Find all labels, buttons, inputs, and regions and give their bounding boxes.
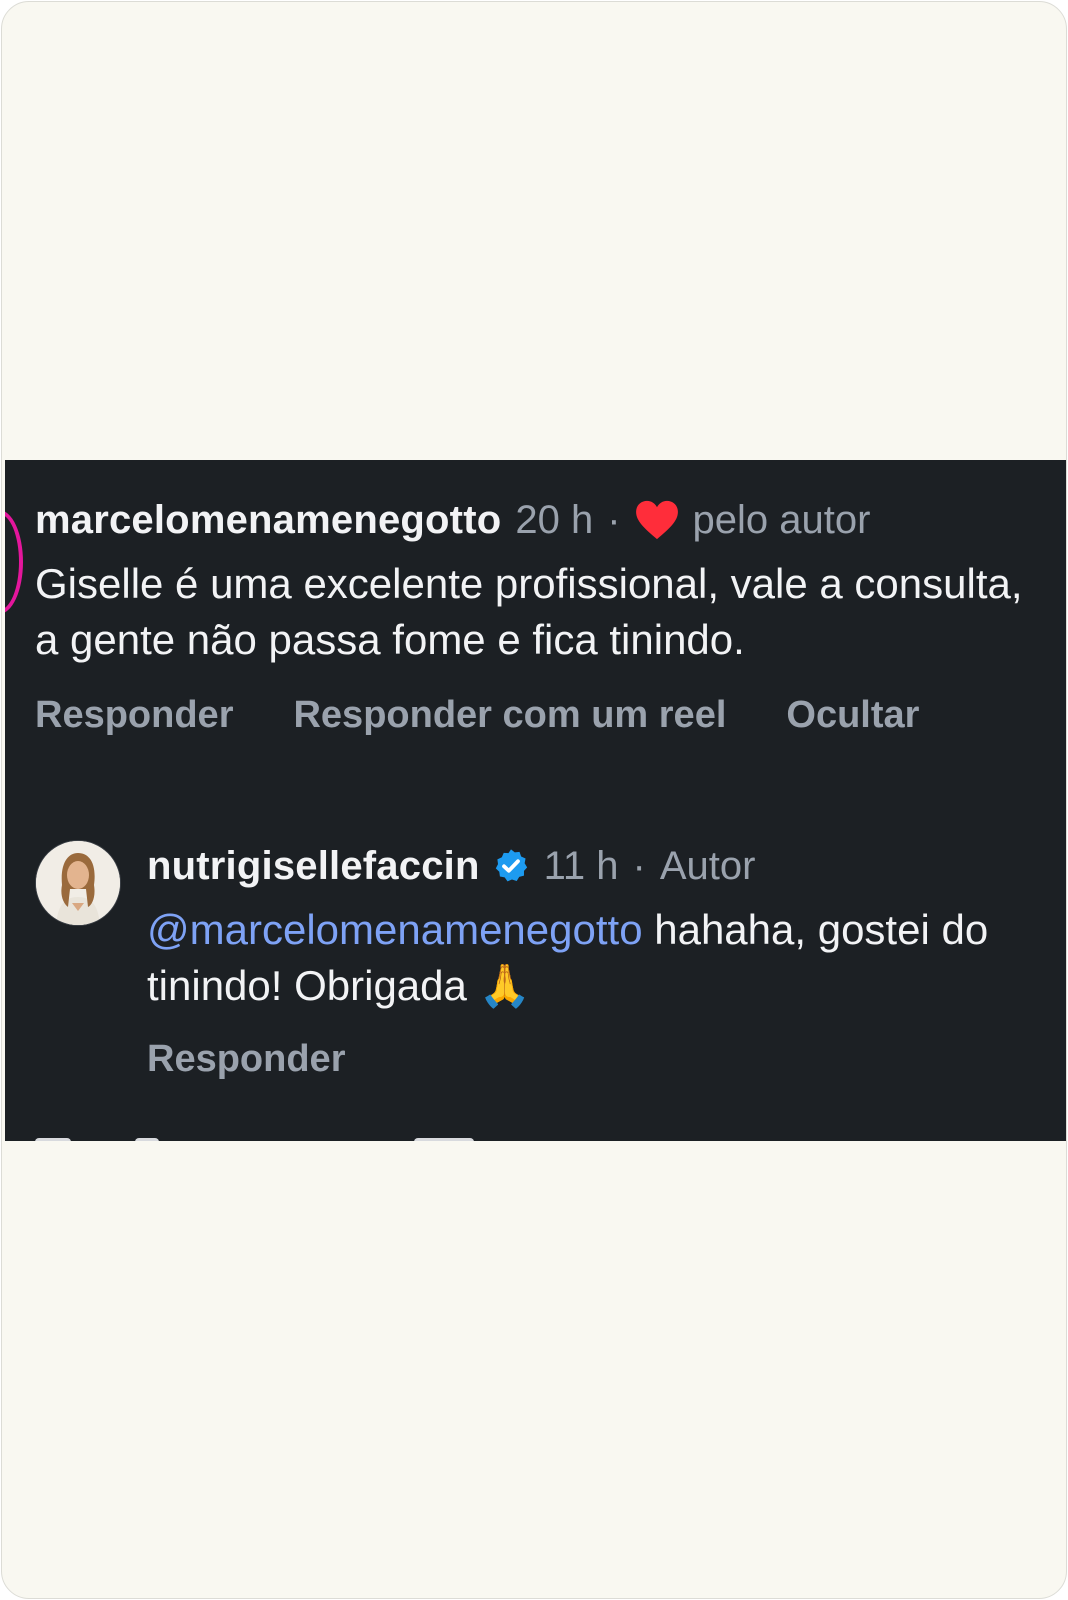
liked-by-author-label: pelo autor bbox=[692, 498, 871, 542]
reply-text: @marcelomenamenegotto hahaha, gostei do … bbox=[147, 902, 1027, 1014]
next-comment-cutoff bbox=[35, 1128, 535, 1141]
comment: marcelomenamenegotto 20 h · pelo autor G… bbox=[35, 494, 1035, 740]
reply-username[interactable]: nutrigisellefaccin bbox=[147, 840, 480, 892]
meta-separator: · bbox=[607, 498, 621, 542]
comment-meta: marcelomenamenegotto 20 h · pelo autor bbox=[35, 494, 1035, 546]
mention-link[interactable]: @marcelomenamenegotto bbox=[147, 906, 643, 953]
reply-content: nutrigisellefaccin 11 h · Autor @marcelo… bbox=[147, 840, 1027, 1084]
reply-to-reply-button[interactable]: Responder bbox=[147, 1034, 345, 1084]
comment-username[interactable]: marcelomenamenegotto bbox=[35, 494, 501, 546]
reply-time: 11 h bbox=[543, 844, 619, 888]
heart-icon bbox=[635, 500, 678, 540]
story-ring[interactable] bbox=[5, 510, 23, 614]
reply-meta-separator: · bbox=[632, 844, 646, 888]
comment-text: Giselle é uma excelente profissional, va… bbox=[35, 560, 1023, 663]
comment-time: 20 h bbox=[515, 498, 594, 542]
comments-panel: marcelomenamenegotto 20 h · pelo autor G… bbox=[5, 460, 1066, 1141]
reply-with-reel-button[interactable]: Responder com um reel bbox=[293, 690, 726, 740]
comment-actions: Responder Responder com um reel Ocultar bbox=[35, 690, 1035, 740]
folded-hands-emoji: 🙏 bbox=[478, 961, 531, 1010]
author-label: Autor bbox=[659, 844, 756, 888]
profile-avatar[interactable] bbox=[35, 840, 121, 926]
reply-actions: Responder bbox=[147, 1034, 1027, 1084]
screenshot-frame: marcelomenamenegotto 20 h · pelo autor G… bbox=[1, 1, 1067, 1599]
avatar-image bbox=[36, 841, 120, 925]
reply-button[interactable]: Responder bbox=[35, 690, 233, 740]
hide-button[interactable]: Ocultar bbox=[786, 690, 919, 740]
reply-meta: nutrigisellefaccin 11 h · Autor bbox=[147, 840, 1027, 892]
verified-badge-icon bbox=[495, 849, 527, 882]
